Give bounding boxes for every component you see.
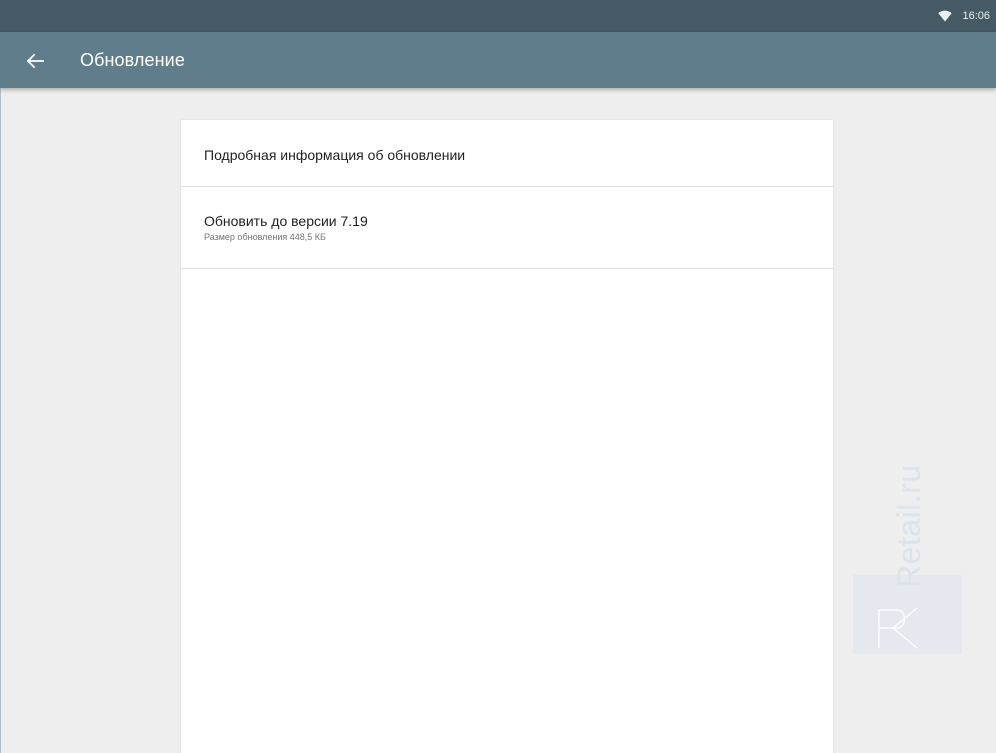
watermark-r-icon	[878, 607, 918, 649]
update-size-label: Размер обновления 448,5 КБ	[204, 232, 326, 242]
update-settings-card: Подробная информация об обновлении Обнов…	[181, 120, 833, 753]
update-details-label: Подробная информация об обновлении	[204, 147, 466, 163]
update-to-version-item[interactable]: Обновить до версии 7.19 Размер обновлени…	[181, 187, 833, 269]
back-button[interactable]	[22, 48, 48, 74]
watermark-logo: Retail.ru	[853, 430, 965, 656]
watermark-text: Retail.ru	[891, 464, 927, 588]
page-title: Обновление	[80, 50, 185, 70]
left-edge-divider	[0, 88, 1, 753]
watermark-block	[853, 575, 962, 654]
wifi-icon	[938, 10, 953, 22]
update-version-label: Обновить до версии 7.19	[204, 213, 368, 229]
status-time: 16:06	[962, 10, 990, 22]
status-icons: 16:06	[938, 0, 990, 32]
arrow-back-icon	[26, 53, 44, 69]
app-bar: Обновление	[0, 32, 996, 88]
update-details-item[interactable]: Подробная информация об обновлении	[181, 120, 833, 187]
status-bar: 16:06	[0, 0, 996, 32]
update-screen: 16:06 Обновление Подробная информация об…	[0, 0, 996, 753]
